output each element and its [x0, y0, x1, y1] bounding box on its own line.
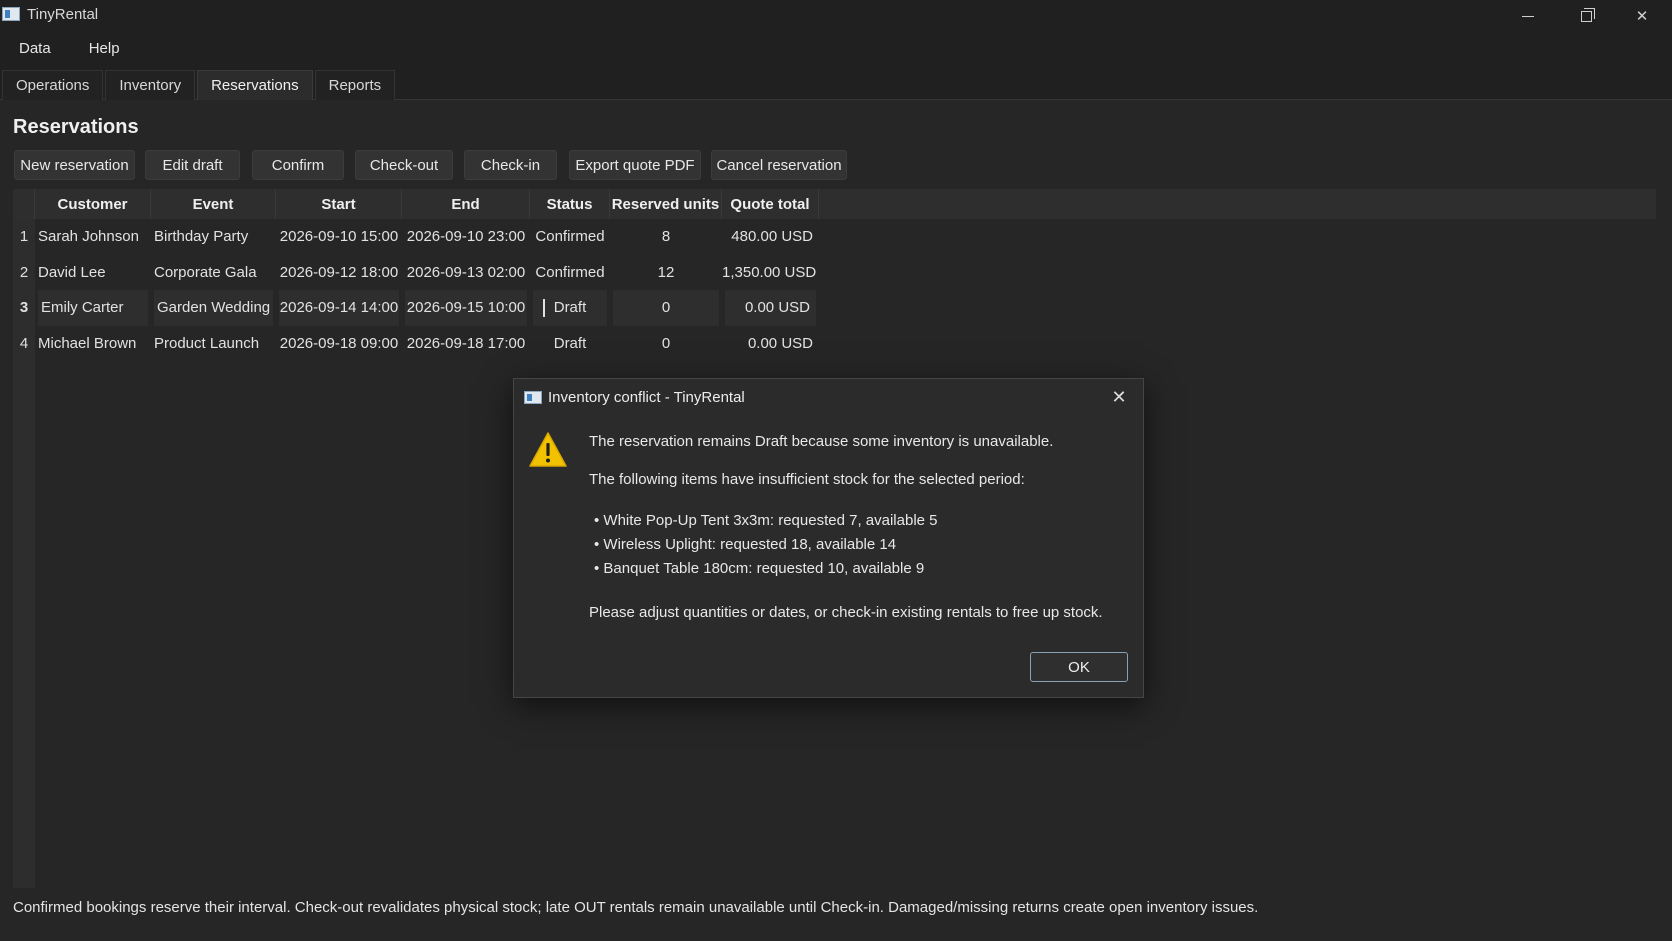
inventory-conflict-dialog: Inventory conflict - TinyRental ✕ The re… [513, 378, 1144, 698]
restore-icon [1580, 7, 1595, 22]
tab-inventory[interactable]: Inventory [105, 70, 196, 100]
cell-quote-total[interactable]: 0.00 USD [722, 326, 819, 362]
table-row[interactable]: 2 David Lee Corporate Gala 2026-09-12 18:00… [13, 255, 819, 291]
table-row[interactable]: 1 Sarah Johnson Birthday Party 2026-09-10 1… [13, 219, 819, 255]
edit-draft-button[interactable]: Edit draft [145, 150, 240, 180]
confirm-button[interactable]: Confirm [252, 150, 344, 180]
cell-status[interactable]: Confirmed [530, 219, 610, 255]
table-header: Customer Event Start End Status Reserved… [13, 189, 1656, 219]
cell-reserved-units[interactable]: 0 [613, 290, 719, 326]
dialog-footer: Please adjust quantities or dates, or ch… [589, 604, 1103, 621]
tab-reservations[interactable]: Reservations [197, 70, 313, 100]
conflict-item: • White Pop-Up Tent 3x3m: requested 7, a… [594, 512, 938, 529]
close-icon: ✕ [1635, 8, 1649, 25]
cell-reserved-units[interactable]: 0 [610, 326, 722, 362]
minimize-icon [1522, 15, 1534, 17]
row-number[interactable]: 3 [13, 290, 35, 326]
column-header-end[interactable]: End [402, 189, 530, 219]
column-header-quote-total[interactable]: Quote total [722, 189, 819, 219]
warning-icon [529, 432, 567, 467]
cell-status[interactable]: Confirmed [530, 255, 610, 291]
cell-event[interactable]: Birthday Party [151, 219, 276, 255]
cell-customer[interactable]: Emily Carter [38, 290, 148, 326]
close-window-button[interactable]: ✕ [1614, 0, 1670, 32]
column-header-status[interactable]: Status [530, 189, 610, 219]
cell-start[interactable]: 2026-09-18 09:00 [276, 326, 402, 362]
app-icon [2, 7, 20, 21]
column-header-event[interactable]: Event [151, 189, 276, 219]
table-row[interactable]: 3 Emily Carter Garden Wedding 2026-09-14 14… [13, 290, 819, 326]
cell-customer[interactable]: David Lee [35, 255, 151, 291]
column-header-reserved-units[interactable]: Reserved units [610, 189, 722, 219]
column-header-start[interactable]: Start [276, 189, 402, 219]
dialog-title: Inventory conflict - TinyRental [548, 389, 745, 406]
cell-quote-total[interactable]: 0.00 USD [725, 290, 816, 326]
row-number[interactable]: 2 [13, 255, 35, 291]
column-header-customer[interactable]: Customer [35, 189, 151, 219]
window-title: TinyRental [27, 6, 99, 23]
cell-start[interactable]: 2026-09-14 14:00 [279, 290, 399, 326]
cell-event[interactable]: Product Launch [151, 326, 276, 362]
cell-start[interactable]: 2026-09-10 15:00 [276, 219, 402, 255]
cell-quote-total[interactable]: 1,350.00 USD [722, 255, 819, 291]
menu-bar: Data Help [0, 34, 139, 64]
cell-end[interactable]: 2026-09-18 17:00 [402, 326, 530, 362]
app-icon [524, 391, 542, 404]
cell-start[interactable]: 2026-09-12 18:00 [276, 255, 402, 291]
menu-help[interactable]: Help [70, 34, 139, 64]
cell-event[interactable]: Corporate Gala [151, 255, 276, 291]
cell-end[interactable]: 2026-09-13 02:00 [402, 255, 530, 291]
app-window: TinyRental ✕ Data Help Operations Invent… [0, 0, 1672, 941]
tab-reports[interactable]: Reports [314, 70, 396, 100]
title-bar: TinyRental ✕ [0, 0, 1672, 32]
minimize-button[interactable] [1500, 0, 1556, 32]
cell-customer[interactable]: Sarah Johnson [35, 219, 151, 255]
dialog-close-button[interactable]: ✕ [1108, 387, 1130, 409]
row-number[interactable]: 4 [13, 326, 35, 362]
cell-reserved-units[interactable]: 12 [610, 255, 722, 291]
cell-customer[interactable]: Michael Brown [35, 326, 151, 362]
table-row[interactable]: 4 Michael Brown Product Launch 2026-09-18 0… [13, 326, 819, 362]
close-icon: ✕ [1111, 387, 1127, 407]
cell-reserved-units[interactable]: 8 [610, 219, 722, 255]
row-number[interactable]: 1 [13, 219, 35, 255]
conflict-item: • Banquet Table 180cm: requested 10, ava… [594, 560, 925, 577]
maximize-button[interactable] [1558, 0, 1614, 32]
status-bar-text: Confirmed bookings reserve their interva… [13, 899, 1259, 916]
menu-data[interactable]: Data [0, 34, 70, 64]
tab-bar: Operations Inventory Reservations Report… [2, 70, 397, 100]
corner-header [13, 189, 35, 219]
cell-end[interactable]: 2026-09-15 10:00 [405, 290, 527, 326]
tab-operations[interactable]: Operations [2, 70, 104, 100]
conflict-item: • Wireless Uplight: requested 18, availa… [594, 536, 897, 553]
text-caret [543, 299, 545, 317]
check-out-button[interactable]: Check-out [355, 150, 453, 180]
cell-event[interactable]: Garden Wedding [154, 290, 273, 326]
new-reservation-button[interactable]: New reservation [14, 150, 135, 180]
page-title: Reservations [13, 116, 139, 138]
dialog-intro: The following items have insufficient st… [589, 471, 1025, 488]
ok-button[interactable]: OK [1030, 652, 1128, 682]
dialog-message: The reservation remains Draft because so… [589, 433, 1054, 450]
cell-end[interactable]: 2026-09-10 23:00 [402, 219, 530, 255]
cell-quote-total[interactable]: 480.00 USD [722, 219, 819, 255]
export-quote-pdf-button[interactable]: Export quote PDF [569, 150, 701, 180]
cell-status[interactable]: Draft [530, 326, 610, 362]
cancel-reservation-button[interactable]: Cancel reservation [711, 150, 847, 180]
check-in-button[interactable]: Check-in [464, 150, 557, 180]
